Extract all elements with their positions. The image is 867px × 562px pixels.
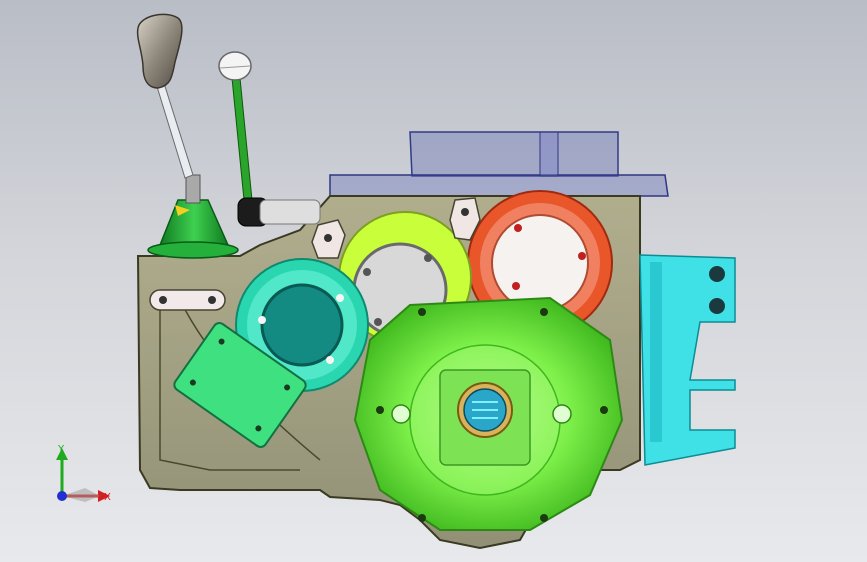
x-axis-label: X: [104, 492, 111, 503]
xy-plane: [62, 488, 100, 502]
mounting-bracket[interactable]: [639, 254, 736, 466]
link-bar[interactable]: [149, 289, 226, 311]
gearbox-model[interactable]: [0, 0, 867, 562]
graphics-viewport[interactable]: Y X: [0, 0, 867, 562]
shift-lever-icon[interactable]: [136, 13, 194, 179]
z-axis-dot: [57, 491, 67, 501]
axis-triad: Y X: [56, 444, 111, 503]
top-cover[interactable]: [329, 131, 669, 197]
y-axis-label: Y: [57, 444, 65, 455]
selector-lever-icon[interactable]: [218, 51, 321, 227]
shifter-boot[interactable]: [147, 174, 239, 259]
bearing-icon[interactable]: [457, 382, 513, 438]
